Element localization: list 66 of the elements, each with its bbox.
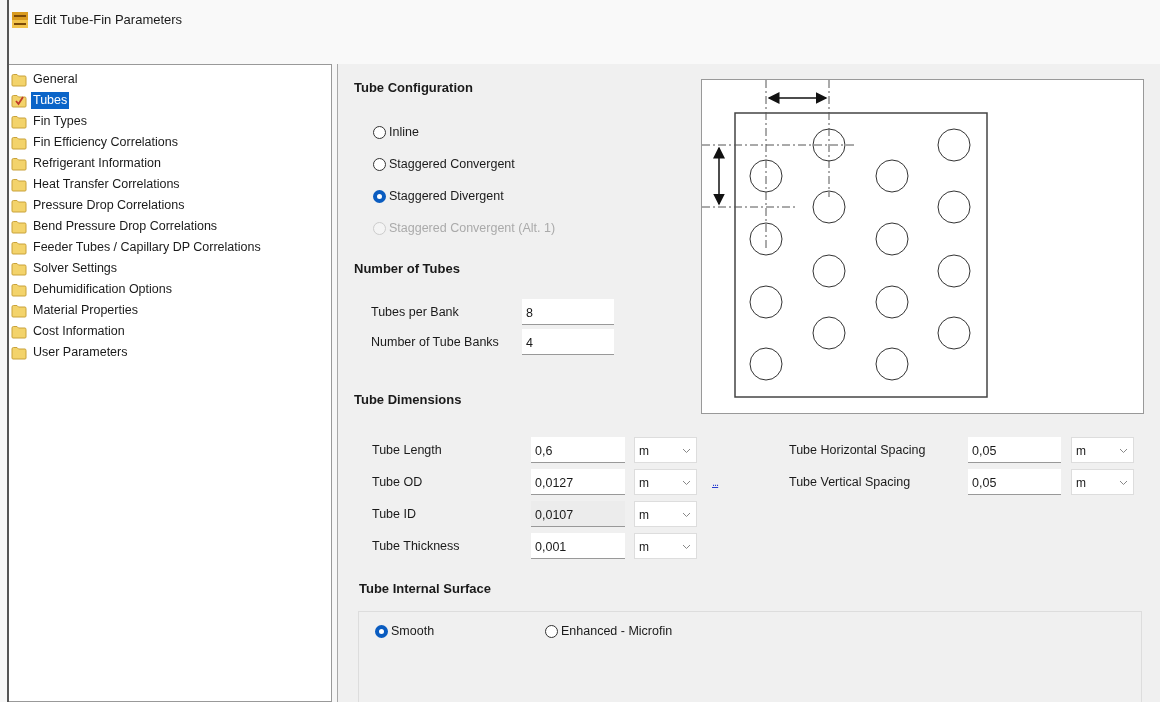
field-label: Tubes per Bank [371,305,460,319]
radio-option[interactable]: Enhanced - Microfin [545,622,715,641]
chevron-icon [682,448,691,454]
chevron-icon [1119,448,1128,454]
section-heading: Tube Internal Surface [359,581,492,597]
tree-item[interactable]: Fin Types [11,111,331,132]
tree-item[interactable]: Feeder Tubes / Capillary DP Correlations [11,237,331,258]
input-field[interactable]: 0,05 [968,437,1061,463]
folder-icon [11,198,27,213]
field-label: Tube OD [372,475,424,489]
input-field[interactable]: 0,6 [531,437,625,463]
folder-icon [11,114,27,129]
input-field[interactable]: 0,0127 [531,469,625,495]
folder-icon [11,72,27,87]
window-title: Edit Tube-Fin Parameters [34,12,183,28]
radio-option[interactable]: Staggered Divergent [373,187,701,206]
folder-icon [11,303,27,318]
radio-option[interactable]: Staggered Convergent [373,155,701,174]
input-field[interactable]: 8 [522,299,614,325]
folder-icon [11,282,27,297]
folder-icon [11,219,27,234]
unit-dropdown[interactable]: m [1071,437,1134,463]
section-heading: Tube Configuration [354,80,474,96]
section-heading: Tube Dimensions [354,392,463,408]
field-label: Tube Thickness [372,539,461,553]
folder-icon [11,345,27,360]
unit-dropdown[interactable]: m [634,437,697,463]
input-field[interactable]: 0,05 [968,469,1061,495]
tree-item[interactable]: Refrigerant Information [11,153,331,174]
field-label: Tube Horizontal Spacing [789,443,927,457]
tree-item[interactable]: Cost Information [11,321,331,342]
radio-option[interactable]: Smooth [375,622,545,641]
radio-option[interactable]: Inline [373,123,701,142]
folder-icon [11,261,27,276]
tree-item[interactable]: General [11,69,331,90]
unit-dropdown[interactable]: m [634,533,697,559]
field-label: Number of Tube Banks [371,335,500,349]
folder-icon [11,324,27,339]
section-heading: Number of Tubes [354,261,461,277]
tree-item[interactable]: Tubes [11,90,331,111]
folder-icon [11,177,27,192]
tree-item[interactable]: User Parameters [11,342,331,363]
input-field[interactable]: 4 [522,329,614,355]
tree-item[interactable]: Dehumidification Options [11,279,331,300]
folder-icon [11,156,27,171]
tree-item[interactable]: Heat Transfer Correlations [11,174,331,195]
folder-icon [11,135,27,150]
input-field[interactable]: 0,001 [531,533,625,559]
tree-item[interactable]: Fin Efficiency Correlations [11,132,331,153]
unit-dropdown[interactable]: m [634,469,697,495]
field-label: Tube ID [372,507,417,521]
tree-item[interactable]: Material Properties [11,300,331,321]
tree-item[interactable]: Bend Pressure Drop Correlations [11,216,331,237]
field-label: Tube Length [372,443,443,457]
chevron-icon [682,544,691,550]
more-link[interactable]: ... [712,476,719,488]
folder-icon [11,240,27,255]
chevron-icon [682,480,691,486]
chevron-icon [1119,480,1128,486]
app-logo-icon [12,12,28,28]
tree-item[interactable]: Solver Settings [11,258,331,279]
checked-folder-icon [11,93,27,108]
unit-dropdown[interactable]: m [1071,469,1134,495]
chevron-icon [682,512,691,518]
tree-item[interactable]: Pressure Drop Correlations [11,195,331,216]
field-label: Tube Vertical Spacing [789,475,912,489]
